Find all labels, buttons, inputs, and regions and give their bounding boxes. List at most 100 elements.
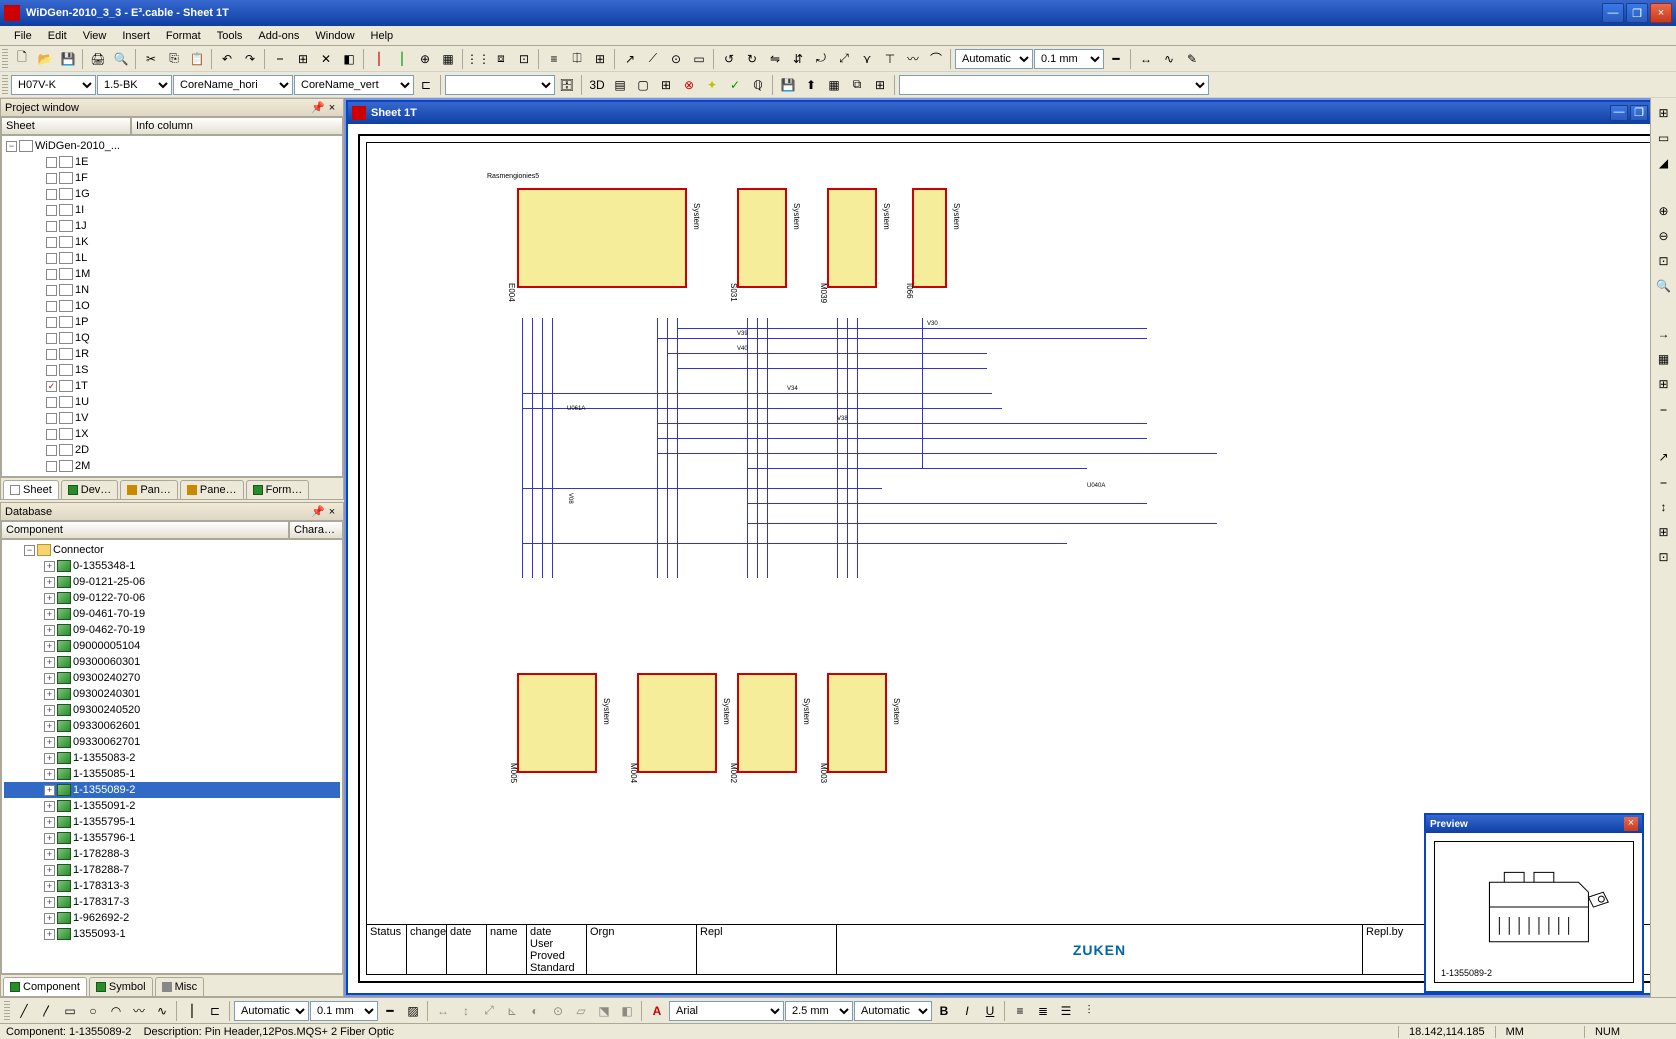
list-item[interactable]: +09-0461-70-19 xyxy=(4,606,340,622)
fontsize-select[interactable]: 2.5 mm xyxy=(785,1001,853,1021)
checkbox[interactable] xyxy=(46,301,57,312)
rt-13[interactable]: ⎯ xyxy=(1653,471,1675,493)
db-icon[interactable]: 🗄 xyxy=(556,74,578,96)
expand-icon[interactable]: + xyxy=(44,737,55,748)
tree-item[interactable]: 1G xyxy=(4,186,340,202)
col-component[interactable]: Component xyxy=(1,521,289,539)
gripper[interactable] xyxy=(4,1001,10,1021)
new-button[interactable]: 🗋 xyxy=(11,48,33,70)
pin-icon[interactable]: ⊗ xyxy=(678,74,700,96)
open-button[interactable]: 📂 xyxy=(34,48,56,70)
arc-tool[interactable]: ◠ xyxy=(105,1000,127,1022)
checkbox[interactable] xyxy=(46,221,57,232)
view3d-icon[interactable]: 3D xyxy=(586,74,608,96)
bottom-thick-select[interactable]: 0.1 mm xyxy=(310,1001,378,1021)
rt-9[interactable]: ▦ xyxy=(1653,348,1675,370)
list-item[interactable]: +09-0122-70-06 xyxy=(4,590,340,606)
db-tree[interactable]: − Connector +0-1355348-1+09-0121-25-06+0… xyxy=(1,539,343,974)
mirror-v-icon[interactable]: ⇵ xyxy=(787,48,809,70)
print-button[interactable]: 🖨 xyxy=(87,48,109,70)
distribute-icon[interactable]: ⎅ xyxy=(566,48,588,70)
align-c[interactable]: ≣ xyxy=(1032,1000,1054,1022)
block-m039[interactable] xyxy=(827,188,877,288)
preview-button[interactable]: 🔍 xyxy=(110,48,132,70)
expand-icon[interactable]: + xyxy=(44,577,55,588)
list-item[interactable]: +0-1355348-1 xyxy=(4,558,340,574)
tree-item[interactable]: 1T xyxy=(4,378,340,394)
dim8[interactable]: ⬔ xyxy=(593,1000,615,1022)
tile-icon[interactable]: ⊞ xyxy=(869,74,891,96)
checkbox[interactable] xyxy=(46,461,57,472)
empty-select[interactable] xyxy=(445,75,555,95)
checkbox[interactable] xyxy=(46,269,57,280)
flip-icon[interactable]: ⤾ xyxy=(810,48,832,70)
circle-tool[interactable]: ○ xyxy=(82,1000,104,1022)
align-t[interactable]: ⫶ xyxy=(1078,1000,1100,1022)
bold-button[interactable]: B xyxy=(933,1000,955,1022)
fill-icon[interactable]: ▨ xyxy=(402,1000,424,1022)
tree-item[interactable]: 1U xyxy=(4,394,340,410)
dim7[interactable]: ▱ xyxy=(570,1000,592,1022)
col-chara[interactable]: Chara… xyxy=(289,521,343,539)
tree-item[interactable]: 1R xyxy=(4,346,340,362)
checkbox[interactable] xyxy=(46,397,57,408)
list-item[interactable]: +09300240301 xyxy=(4,686,340,702)
scale-icon[interactable]: ⤢ xyxy=(833,48,855,70)
align-icon[interactable]: ≡ xyxy=(543,48,565,70)
block-m005[interactable] xyxy=(517,673,597,773)
align-r[interactable]: ☰ xyxy=(1055,1000,1077,1022)
expand-icon[interactable]: + xyxy=(44,689,55,700)
macro-select[interactable] xyxy=(899,75,1209,95)
pen-icon[interactable]: ✎ xyxy=(1181,48,1203,70)
expand-icon[interactable]: + xyxy=(44,801,55,812)
expand-icon[interactable]: + xyxy=(44,657,55,668)
tree-item[interactable]: 1V xyxy=(4,410,340,426)
thickness-select[interactable]: 0.1 mm xyxy=(1034,49,1104,69)
checkbox[interactable] xyxy=(46,157,57,168)
tree-item[interactable]: 1P xyxy=(4,314,340,330)
list-item[interactable]: +09300240520 xyxy=(4,702,340,718)
italic-button[interactable]: I xyxy=(956,1000,978,1022)
dim3[interactable]: ⤢ xyxy=(478,1000,500,1022)
expand-icon[interactable]: + xyxy=(44,881,55,892)
rot-r-icon[interactable]: ↻ xyxy=(741,48,763,70)
expand-icon[interactable]: + xyxy=(44,865,55,876)
folder-connector[interactable]: − Connector xyxy=(4,542,340,558)
expand-icon[interactable]: + xyxy=(44,769,55,780)
tab-sheet[interactable]: Sheet xyxy=(3,480,59,499)
dim1[interactable]: ↔ xyxy=(432,1000,454,1022)
grid2-icon[interactable]: ⊞ xyxy=(655,74,677,96)
expand-icon[interactable]: + xyxy=(44,913,55,924)
checkbox[interactable] xyxy=(46,381,57,392)
tool-h[interactable]: ▦ xyxy=(437,48,459,70)
rect-icon[interactable]: ▭ xyxy=(688,48,710,70)
spline-tool[interactable]: ∿ xyxy=(151,1000,173,1022)
tree-item[interactable]: 1M xyxy=(4,266,340,282)
rt-15[interactable]: ⊞ xyxy=(1653,521,1675,543)
list-item[interactable]: +1-178288-3 xyxy=(4,846,340,862)
collapse-icon[interactable]: − xyxy=(6,141,17,152)
list-item[interactable]: +09330062701 xyxy=(4,734,340,750)
snap-icon[interactable]: ⊡ xyxy=(513,48,535,70)
ruler-icon[interactable]: ⧈ xyxy=(490,48,512,70)
text-tool[interactable]: A xyxy=(646,1000,668,1022)
tree-item[interactable]: 1F xyxy=(4,170,340,186)
expand-icon[interactable]: + xyxy=(44,561,55,572)
max-button[interactable]: ❐ xyxy=(1630,105,1648,121)
block-m002[interactable] xyxy=(737,673,797,773)
expand-icon[interactable]: + xyxy=(44,929,55,940)
close-button[interactable]: × xyxy=(1650,3,1672,23)
expand-icon[interactable]: + xyxy=(44,849,55,860)
close-preview-icon[interactable]: × xyxy=(1624,817,1638,831)
close-panel-icon[interactable]: × xyxy=(325,101,339,115)
tool-f[interactable]: ⎮ xyxy=(391,48,413,70)
project-tree[interactable]: − WiDGen-2010_... 1E1F1G1I1J1K1L1M1N1O1P… xyxy=(1,135,343,477)
auto-select[interactable]: Automatic xyxy=(955,49,1033,69)
checkbox[interactable] xyxy=(46,349,57,360)
tab-form[interactable]: Form… xyxy=(246,480,310,499)
rt-14[interactable]: ↕ xyxy=(1653,496,1675,518)
window-icon[interactable]: ⊞ xyxy=(589,48,611,70)
wire-t-icon[interactable]: ⊤ xyxy=(879,48,901,70)
rt-6[interactable]: ⊡ xyxy=(1653,250,1675,272)
tab-dev[interactable]: Dev… xyxy=(61,480,119,499)
